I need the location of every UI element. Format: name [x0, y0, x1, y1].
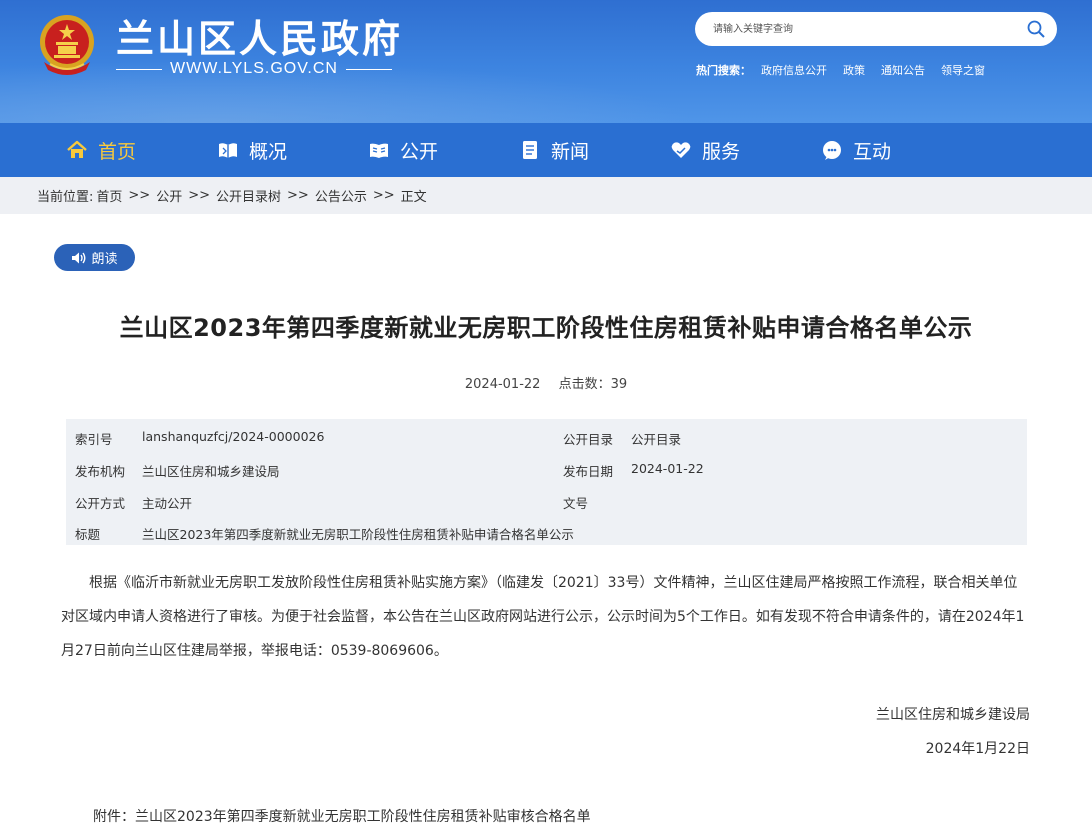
- site-header: 兰山区人民政府 WWW.LYLS.GOV.CN 热门搜索： 政府信息公开 政策 …: [0, 0, 1092, 123]
- hot-word-link[interactable]: 政府信息公开: [761, 62, 827, 78]
- breadcrumb-prefix: 当前位置:: [37, 190, 94, 205]
- info-row: 标题 兰山区2023年第四季度新就业无房职工阶段性住房租赁补贴申请合格名单公示: [66, 518, 1027, 542]
- breadcrumb-item-catalog[interactable]: 公开目录树: [216, 186, 281, 205]
- nav-item-overview[interactable]: 概况: [217, 123, 368, 177]
- signature-org: 兰山区住房和城乡建设局: [876, 707, 1030, 723]
- document-info-table: 索引号 lanshanquzfcj/2024-0000026 公开目录 公开目录…: [66, 419, 1027, 545]
- overview-icon: [219, 143, 237, 158]
- national-emblem-icon: [40, 15, 94, 75]
- info-label: 发布日期: [563, 464, 614, 479]
- site-url: WWW.LYLS.GOV.CN: [116, 60, 393, 78]
- nav-label: 公开: [400, 140, 439, 163]
- article-clicks: 点击数：39: [558, 377, 628, 392]
- info-row: 公开方式 主动公开 文号: [66, 487, 1027, 511]
- info-row: 索引号 lanshanquzfcj/2024-0000026 公开目录 公开目录: [66, 423, 1027, 447]
- chat-icon: [823, 141, 841, 160]
- info-label: 发布机构: [75, 464, 126, 479]
- main-nav: 首页 概况 公开 新闻 服务 互动: [0, 123, 1092, 177]
- info-row: 发布机构 兰山区住房和城乡建设局 发布日期 2024-01-22: [66, 455, 1027, 479]
- info-value: 公开目录: [631, 432, 682, 447]
- home-icon: [67, 140, 87, 158]
- attachment-prefix: 附件：: [93, 809, 135, 825]
- breadcrumb-separator: >>: [128, 188, 151, 203]
- site-url-text: WWW.LYLS.GOV.CN: [170, 60, 338, 77]
- info-label: 标题: [75, 527, 101, 542]
- breadcrumb: 当前位置: 首页 >> 公开 >> 公开目录树 >> 公告公示 >> 正文: [0, 177, 1092, 214]
- info-label: 公开方式: [75, 496, 126, 511]
- nav-item-service[interactable]: 服务: [670, 123, 821, 177]
- url-left-line: [116, 68, 163, 70]
- breadcrumb-item-open[interactable]: 公开: [156, 186, 182, 205]
- site-title[interactable]: 兰山区人民政府: [116, 8, 403, 63]
- news-icon: [523, 141, 537, 159]
- info-value: 主动公开: [142, 496, 193, 511]
- read-aloud-button[interactable]: 朗读: [54, 244, 135, 271]
- breadcrumb-item-current[interactable]: 正文: [401, 186, 427, 205]
- breadcrumb-item-notice[interactable]: 公告公示: [315, 186, 367, 205]
- search-icon[interactable]: [1027, 20, 1045, 38]
- signature-date: 2024年1月22日: [925, 741, 1030, 757]
- attachment-link[interactable]: 兰山区2023年第四季度新就业无房职工阶段性住房租赁补贴审核合格名单: [135, 809, 591, 825]
- nav-item-open[interactable]: 公开: [368, 123, 519, 177]
- breadcrumb-separator: >>: [287, 188, 309, 203]
- hot-word-link[interactable]: 领导之窗: [941, 62, 985, 78]
- nav-label: 互动: [853, 140, 892, 163]
- nav-label: 新闻: [551, 140, 590, 163]
- info-value: lanshanquzfcj/2024-0000026: [142, 429, 325, 444]
- nav-label: 首页: [98, 140, 137, 163]
- attachment: 附件：兰山区2023年第四季度新就业无房职工阶段性住房租赁补贴审核合格名单: [93, 806, 591, 826]
- nav-item-interact[interactable]: 互动: [821, 123, 972, 177]
- heart-hand-icon: [671, 142, 691, 158]
- article-date: 2024-01-22: [464, 377, 541, 392]
- info-label: 公开目录: [563, 432, 614, 447]
- nav-item-news[interactable]: 新闻: [519, 123, 670, 177]
- url-right-line: [345, 68, 393, 70]
- article-title: 兰山区2023年第四季度新就业无房职工阶段性住房租赁补贴申请合格名单公示: [119, 314, 973, 342]
- search-box: [695, 12, 1057, 46]
- info-value: 2024-01-22: [631, 461, 704, 476]
- breadcrumb-item-home[interactable]: 首页: [96, 186, 122, 205]
- article-body: 根据《临沂市新就业无房职工发放阶段性住房租赁补贴实施方案》（临建发〔2021〕3…: [61, 575, 1025, 659]
- speaker-icon: [72, 252, 86, 263]
- search-input[interactable]: [713, 20, 1013, 38]
- hot-word-link[interactable]: 通知公告: [881, 62, 925, 78]
- hot-word-link[interactable]: 政策: [843, 62, 865, 78]
- info-value: 兰山区2023年第四季度新就业无房职工阶段性住房租赁补贴申请合格名单公示: [142, 527, 574, 542]
- info-label: 索引号: [75, 432, 113, 447]
- hot-search-bar: 热门搜索： 政府信息公开 政策 通知公告 领导之窗: [696, 62, 985, 78]
- article-meta: 2024-01-22 点击数：39: [0, 373, 1092, 392]
- read-aloud-label: 朗读: [91, 252, 118, 267]
- hot-search-label: 热门搜索：: [696, 64, 751, 77]
- breadcrumb-separator: >>: [188, 188, 211, 203]
- book-icon: [370, 143, 388, 158]
- nav-item-home[interactable]: 首页: [66, 123, 217, 177]
- breadcrumb-separator: >>: [372, 188, 395, 203]
- info-value: 兰山区住房和城乡建设局: [142, 464, 280, 479]
- nav-label: 服务: [702, 140, 741, 163]
- info-label: 文号: [563, 496, 589, 511]
- nav-label: 概况: [249, 140, 288, 163]
